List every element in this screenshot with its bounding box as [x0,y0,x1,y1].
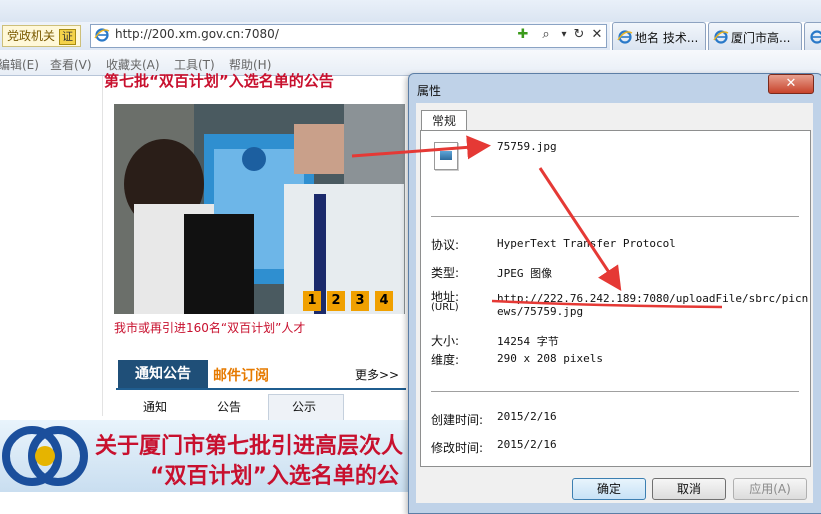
dropdown-arrow-icon[interactable]: ▾ [556,27,572,43]
close-button[interactable]: ✕ [768,74,814,94]
tab-label: 厦门市高... [731,29,790,46]
compatibility-icon[interactable]: ✚ [515,27,531,43]
type-value: JPEG 图像 [497,265,552,281]
ok-button[interactable]: 确定 [572,478,646,500]
dimensions-value: 290 x 208 pixels [497,352,603,365]
page-left-margin [0,76,103,416]
page-headline[interactable]: 第七批“双百计划”入选名单的公告 [104,70,404,91]
news-photo[interactable] [114,104,405,314]
browser-titlebar [0,0,821,22]
menu-edit[interactable]: 编辑(E) [0,56,39,73]
size-label: 大小: [431,332,459,349]
subtab-publicity[interactable]: 公示 [292,398,316,415]
refresh-icon[interactable]: ↻ [571,27,587,43]
browser-tab-1[interactable]: 地名 技术... [612,22,706,51]
tab-notice[interactable]: 通知公告 [118,360,208,388]
created-value: 2015/2/16 [497,410,557,423]
modified-label: 修改时间: [431,439,483,456]
divider [431,391,799,392]
type-label: 类型: [431,264,459,281]
certificate-icon[interactable]: 证 [59,29,76,45]
tab-general[interactable]: 常规 [421,110,467,131]
ie-page-icon [94,27,110,43]
site-badge[interactable]: 党政机关证 [2,25,81,47]
site-badge-label: 党政机关 [7,29,55,43]
address-value-line2[interactable]: ews/75759.jpg [497,305,583,318]
ie-tab-icon [617,29,633,45]
menu-view[interactable]: 查看(V) [50,56,92,73]
created-label: 创建时间: [431,411,483,428]
photo-caption[interactable]: 我市或再引进160名“双百计划”人才 [114,319,305,336]
protocol-label: 协议: [431,236,459,253]
photo-page-1[interactable]: 1 [303,291,321,311]
subtab-notice[interactable]: 通知 [143,398,167,415]
address-value-line1[interactable]: http://222.76.242.189:7080/uploadFile/sb… [497,292,808,305]
dimensions-label: 维度: [431,351,459,368]
apply-button[interactable]: 应用(A) [733,478,807,500]
banner-title-line2: “双百计划”入选名单的公 [150,458,399,490]
browser-tab-3[interactable] [804,22,821,51]
url-text[interactable]: http://200.xm.gov.cn:7080/ [115,27,279,41]
photo-page-2[interactable]: 2 [327,291,345,311]
photo-image [114,104,405,314]
image-file-icon [434,142,458,170]
protocol-value: HyperText Transfer Protocol [497,237,676,250]
dialog-title: 属性 [417,82,441,99]
browser-tab-2[interactable]: 厦门市高... [708,22,802,51]
logo-icon [0,420,90,492]
size-value: 14254 字节 [497,333,559,349]
tab-label: 地名 技术... [635,29,698,46]
more-link[interactable]: 更多>> [355,366,399,383]
tab-mail-subscribe[interactable]: 邮件订阅 [213,365,269,385]
filename-value: 75759.jpg [497,140,557,153]
modified-value: 2015/2/16 [497,438,557,451]
subtab-announcement[interactable]: 公告 [217,398,241,415]
photo-page-3[interactable]: 3 [351,291,369,311]
search-icon[interactable]: ⌕ [538,27,554,43]
photo-page-4[interactable]: 4 [375,291,393,311]
stop-icon[interactable]: ✕ [589,27,605,43]
ie-tab-icon [809,29,821,45]
address-label-url: (URL) [431,302,459,313]
ie-tab-icon [713,29,729,45]
cancel-button[interactable]: 取消 [652,478,726,500]
divider [431,216,799,217]
banner-title-line1: 关于厦门市第七批引进高层次人 [95,428,403,460]
